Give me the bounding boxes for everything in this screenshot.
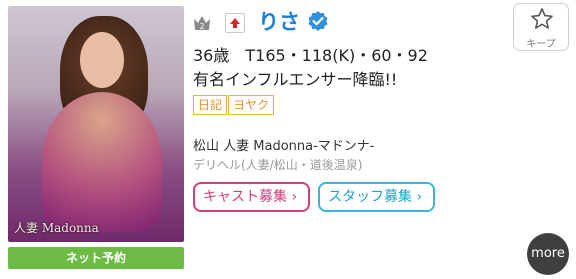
- net-reservation-button[interactable]: ネット予約: [8, 247, 184, 269]
- staff-recruit-label: スタッフ募集: [328, 189, 412, 205]
- reservation-tag[interactable]: ヨヤク: [228, 95, 275, 115]
- up-arrow-icon: [225, 13, 245, 33]
- photo-face: [80, 32, 124, 88]
- cast-recruit-label: キャスト募集: [203, 189, 287, 205]
- photo-body: [42, 92, 162, 232]
- profile-spec: 36歳 T165・118(K)・60・92: [193, 46, 428, 65]
- more-button[interactable]: more: [527, 233, 569, 275]
- profile-photo[interactable]: 人妻 Madonna: [8, 6, 184, 242]
- star-icon: [531, 8, 553, 29]
- photo-logo: 人妻 Madonna: [14, 221, 99, 235]
- shop-name[interactable]: 松山 人妻 Madonna-マドンナ-: [193, 135, 374, 154]
- chevron-right-icon: ›: [416, 189, 423, 205]
- shop-category: デリヘル(人妻/松山・道後温泉): [193, 158, 363, 172]
- staff-recruit-button[interactable]: スタッフ募集 ›: [318, 182, 435, 212]
- rank-number: 2: [199, 22, 204, 31]
- cast-recruit-button[interactable]: キャスト募集 ›: [193, 182, 310, 212]
- keep-button[interactable]: キープ: [513, 3, 569, 51]
- chevron-right-icon: ›: [291, 189, 298, 205]
- diary-tag[interactable]: 日記: [193, 95, 228, 115]
- crown-icon: 2: [194, 16, 210, 31]
- catch-copy: 有名インフルエンサー降臨!!: [193, 70, 398, 89]
- keep-label: キープ: [526, 39, 556, 50]
- verified-check-icon: [308, 11, 328, 31]
- cast-name[interactable]: りさ: [258, 6, 300, 36]
